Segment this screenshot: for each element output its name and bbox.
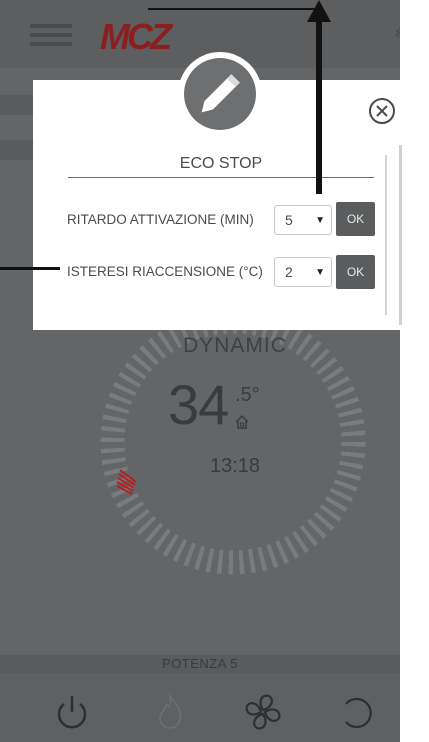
delay-activation-label: RITARDO ATTIVAZIONE (MIN) xyxy=(67,212,254,227)
power-icon[interactable] xyxy=(52,692,92,732)
chevron-down-icon: ▼ xyxy=(315,215,325,226)
hysteresis-select[interactable]: 2 ▼ xyxy=(274,257,332,287)
clock-time: 13:18 xyxy=(209,455,261,477)
delay-activation-ok-button[interactable]: OK xyxy=(336,202,375,236)
temperature-decimal: .5° xyxy=(235,384,260,406)
home-icon xyxy=(235,414,249,429)
title-divider xyxy=(68,177,374,178)
callout-line-vertical xyxy=(316,8,322,194)
fan-icon[interactable] xyxy=(243,692,283,732)
flame-icon[interactable] xyxy=(150,692,190,732)
callout-arrowhead xyxy=(307,0,331,22)
dialog-title: ECO STOP xyxy=(179,155,263,172)
hysteresis-ok-button[interactable]: OK xyxy=(336,255,375,289)
chevron-down-icon: ▼ xyxy=(315,267,325,278)
callout-line-left xyxy=(0,267,60,270)
mode-label: DYNAMIC xyxy=(183,334,287,357)
brand-logo: MCZ xyxy=(100,16,172,57)
temperature-value: 34 xyxy=(168,373,229,436)
scrollbar-track[interactable] xyxy=(399,145,402,325)
scrollbar-thumb[interactable] xyxy=(385,155,387,315)
hamburger-icon[interactable] xyxy=(30,24,72,46)
hysteresis-label: ISTERESI RIACCENSIONE (°C) xyxy=(67,264,263,279)
pencil-icon xyxy=(184,58,256,130)
refresh-icon[interactable] xyxy=(336,692,376,732)
select-value: 2 xyxy=(285,264,293,280)
close-icon[interactable] xyxy=(367,96,397,126)
snowflake-icon: ❄ xyxy=(394,24,400,44)
callout-line-top xyxy=(148,8,320,10)
select-value: 5 xyxy=(285,212,293,228)
power-level-bar[interactable]: POTENZA 5 xyxy=(0,655,400,673)
delay-activation-select[interactable]: 5 ▼ xyxy=(274,205,332,235)
